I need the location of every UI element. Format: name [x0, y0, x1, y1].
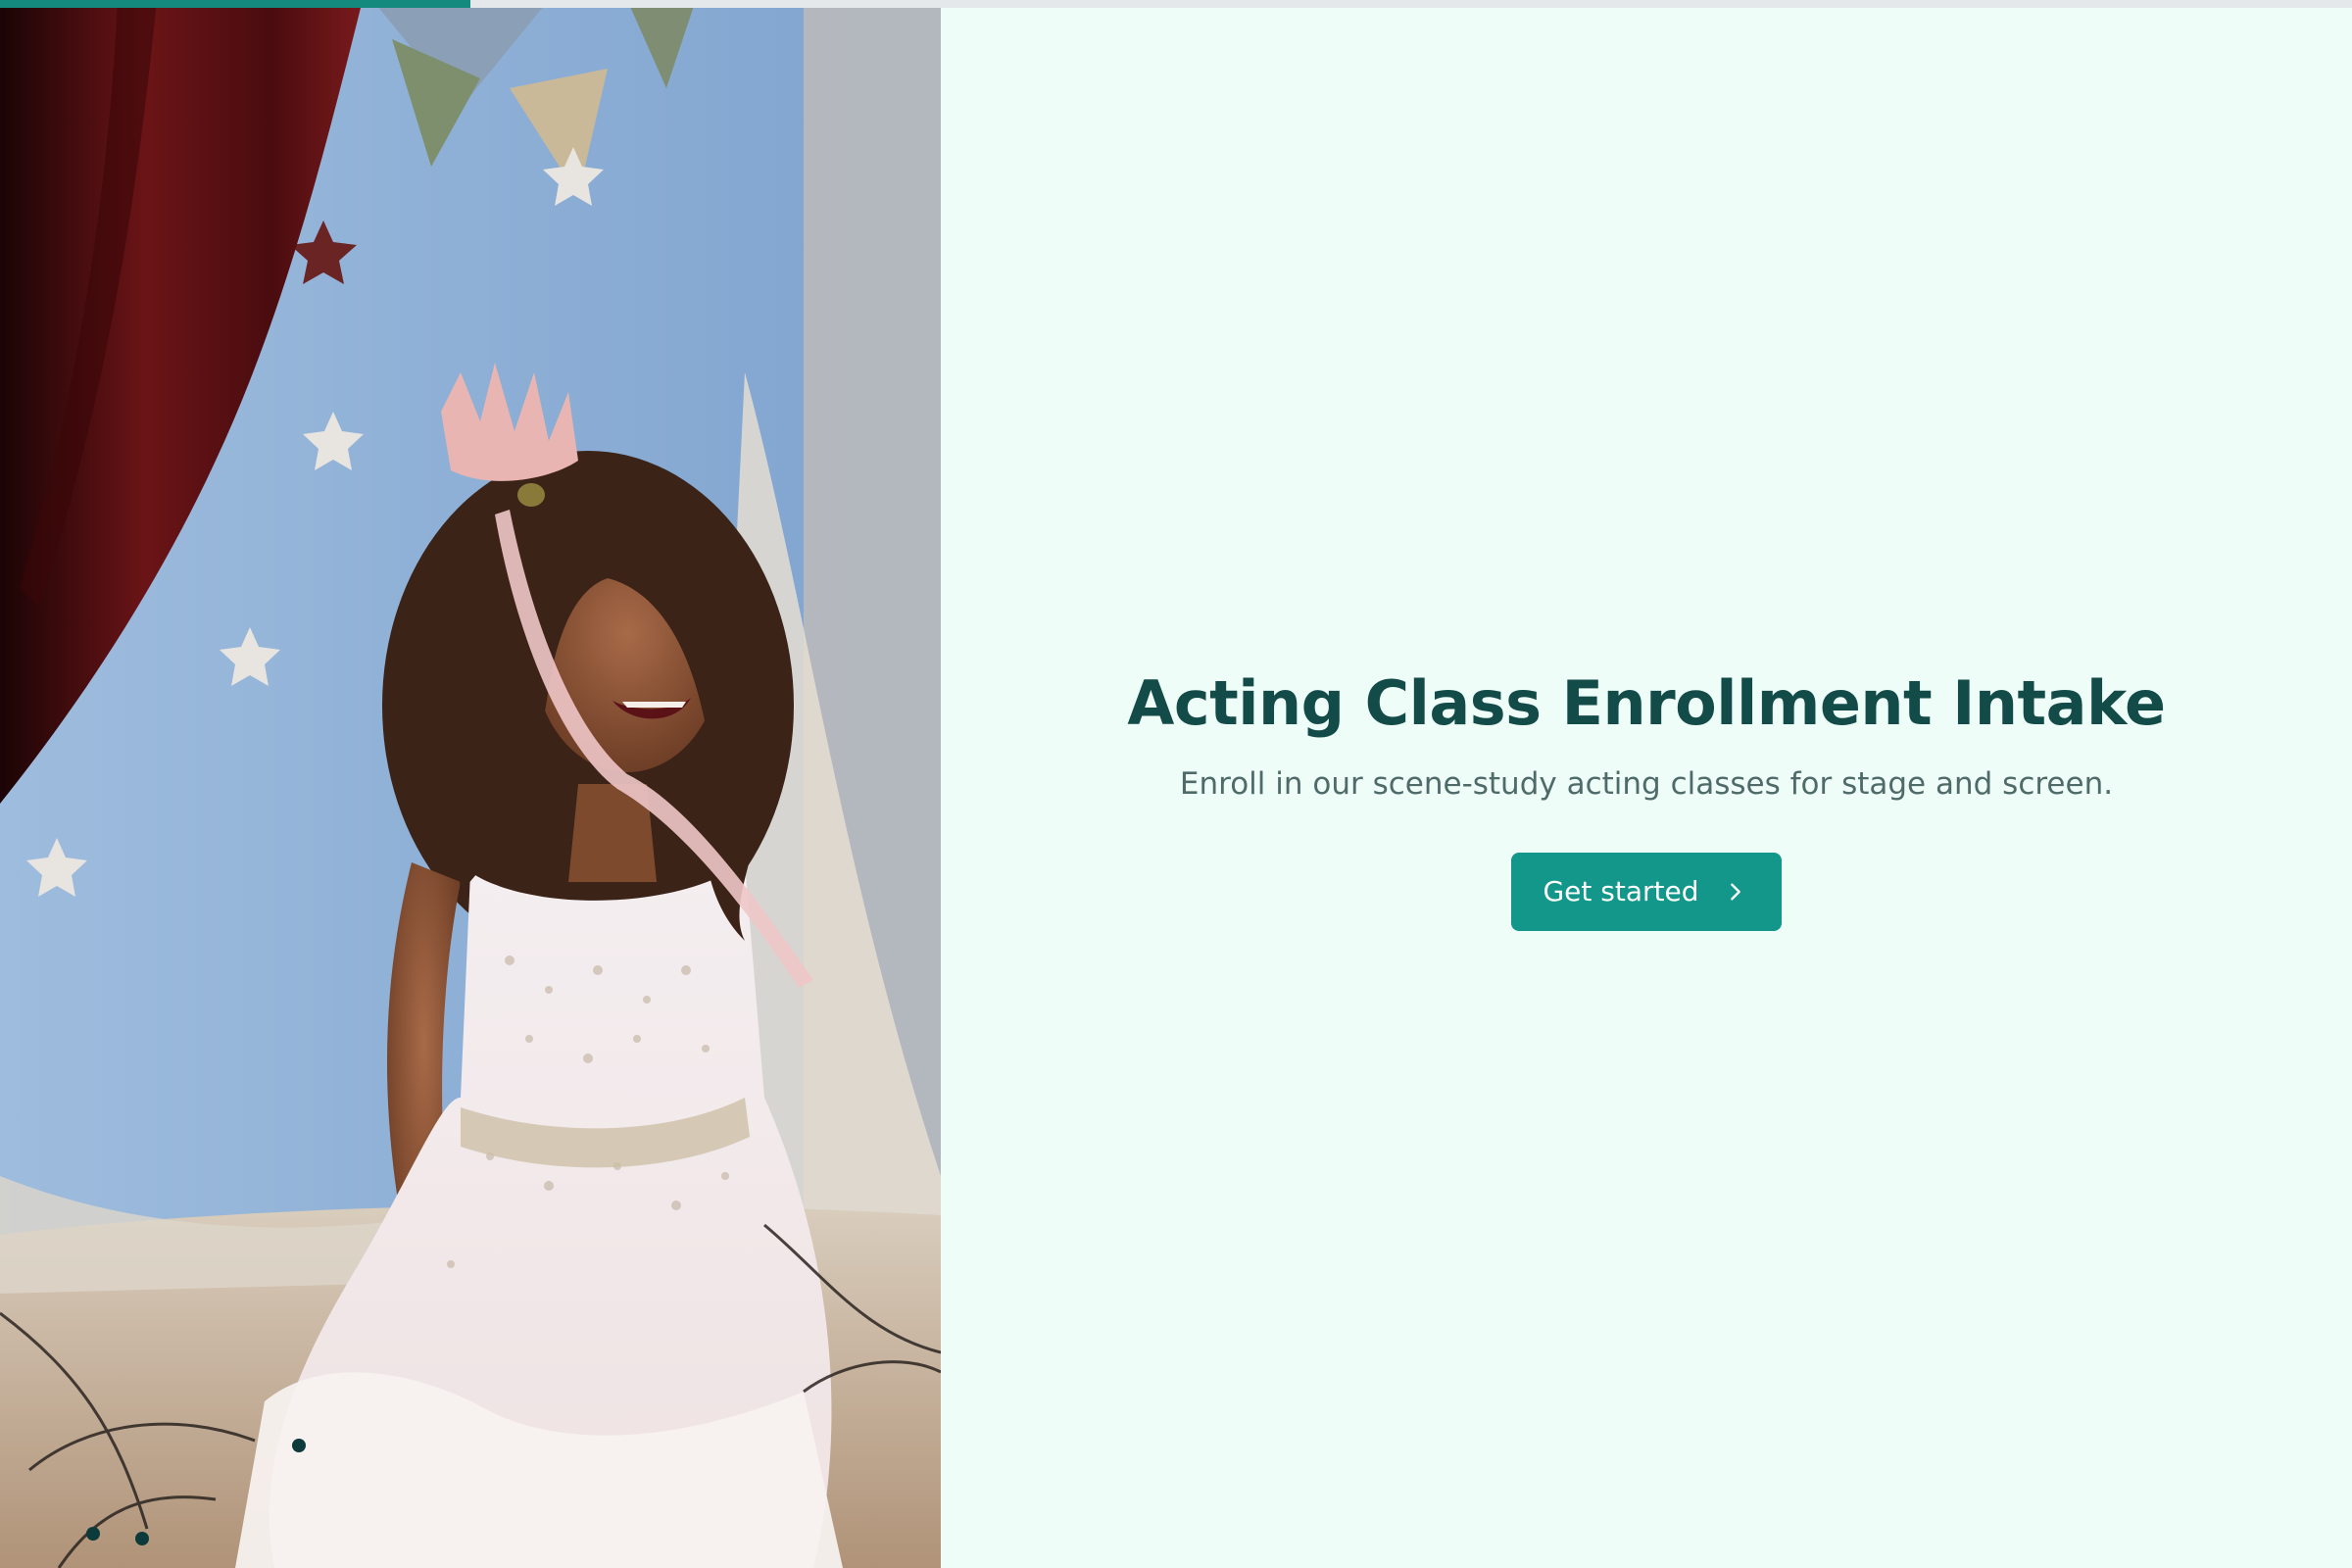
hero-photo [0, 0, 941, 1568]
page-subtitle: Enroll in our scene-study acting classes… [1179, 765, 2114, 802]
page-title: Acting Class Enrollment Intake [1127, 666, 2166, 739]
page-layout: Acting Class Enrollment Intake Enroll in… [0, 0, 2352, 1568]
get-started-label: Get started [1543, 875, 1699, 907]
hero-illustration [0, 0, 941, 1568]
intro-panel: Acting Class Enrollment Intake Enroll in… [941, 0, 2352, 1568]
chevron-right-icon [1725, 881, 1746, 903]
progress-bar [0, 0, 2352, 8]
get-started-button[interactable]: Get started [1511, 852, 1782, 931]
progress-bar-fill [0, 0, 470, 8]
